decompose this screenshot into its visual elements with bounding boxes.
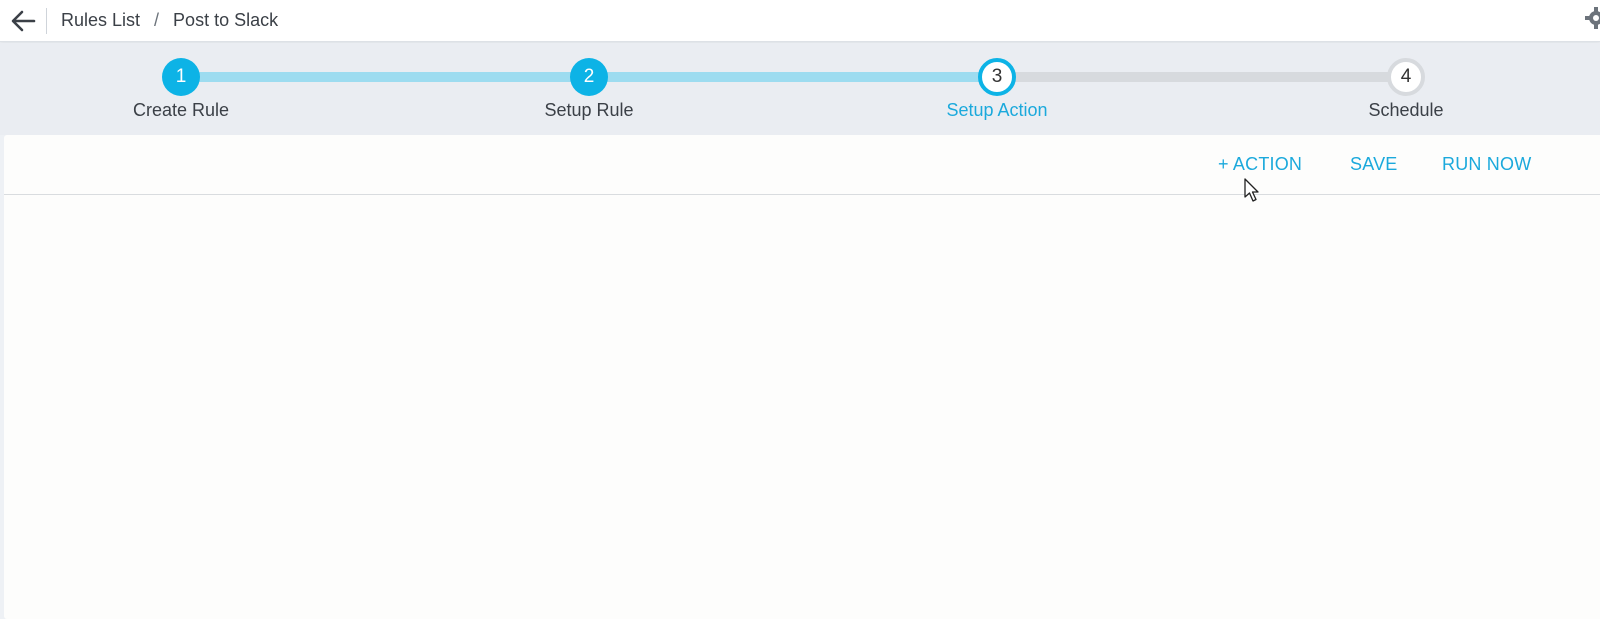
breadcrumb-rules-list[interactable]: Rules List (61, 10, 140, 31)
back-button[interactable] (0, 3, 46, 39)
step-schedule[interactable]: 4 Schedule (1306, 58, 1506, 121)
action-panel: + ACTION SAVE RUN NOW (4, 135, 1600, 619)
breadcrumb-separator: / (154, 10, 160, 30)
step-setup-rule[interactable]: 2 Setup Rule (489, 58, 689, 121)
step-create-rule[interactable]: 1 Create Rule (81, 58, 281, 121)
step-label: Setup Action (946, 100, 1048, 120)
save-button[interactable]: SAVE (1350, 154, 1398, 175)
divider (46, 7, 47, 34)
back-arrow-icon (11, 10, 36, 31)
breadcrumb-current: Post to Slack (173, 10, 279, 30)
top-bar: Rules List / Post to Slack (0, 0, 1600, 42)
breadcrumb: Rules List / Post to Slack (61, 10, 278, 31)
run-now-button[interactable]: RUN NOW (1442, 154, 1531, 175)
step-label: Setup Rule (544, 100, 634, 120)
step-setup-action[interactable]: 3 Setup Action (897, 58, 1097, 121)
step-number: 4 (1387, 58, 1425, 96)
step-number: 1 (162, 58, 200, 96)
step-number: 3 (978, 58, 1016, 96)
step-number: 2 (570, 58, 608, 96)
gear-icon[interactable] (1584, 6, 1600, 30)
action-toolbar: + ACTION SAVE RUN NOW (4, 135, 1600, 195)
actions-content-area (4, 195, 1600, 615)
step-label: Create Rule (132, 100, 230, 120)
step-label: Schedule (1368, 100, 1444, 120)
add-action-button[interactable]: + ACTION (1218, 154, 1302, 175)
progress-stepper: 1 Create Rule 2 Setup Rule 3 Setup Actio… (0, 43, 1600, 135)
